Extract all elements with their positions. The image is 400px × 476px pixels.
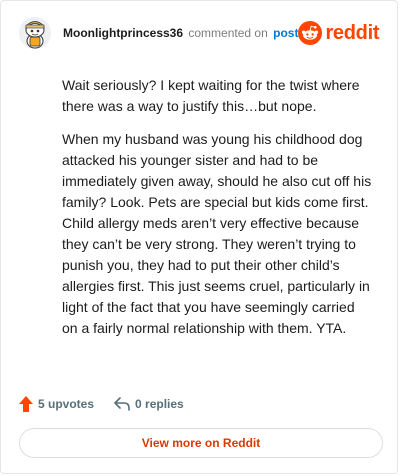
username-link[interactable]: Moonlightprincess36 <box>63 26 183 40</box>
upvote-button[interactable]: 5 upvotes <box>19 396 94 412</box>
upvote-arrow-icon <box>19 396 33 412</box>
reply-count: 0 replies <box>135 397 184 411</box>
avatar[interactable] <box>19 17 51 49</box>
reddit-logo-icon <box>298 21 323 45</box>
post-link[interactable]: post <box>273 26 298 40</box>
comment-body: Wait seriously? I kept waiting for the t… <box>62 75 372 351</box>
comment-header: Moonlightprincess36 commented on post re… <box>19 15 380 51</box>
embed-card: Moonlightprincess36 commented on post re… <box>0 0 398 474</box>
comment-paragraph: Wait seriously? I kept waiting for the t… <box>62 77 360 114</box>
reddit-wordmark: reddit <box>325 21 380 44</box>
action-text: commented on <box>188 26 268 40</box>
comment-footer: 5 upvotes 0 replies <box>19 394 184 414</box>
comment-meta: Moonlightprincess36 commented on post <box>63 25 298 41</box>
reply-button[interactable]: 0 replies <box>114 397 184 411</box>
reply-icon <box>114 397 130 411</box>
comment-paragraph: When my husband was young his childhood … <box>62 131 372 336</box>
upvote-count: 5 upvotes <box>38 397 95 411</box>
reddit-brand-link[interactable]: reddit <box>298 21 380 45</box>
view-more-button[interactable]: View more on Reddit <box>19 428 383 458</box>
snoo-avatar-icon <box>19 17 51 49</box>
